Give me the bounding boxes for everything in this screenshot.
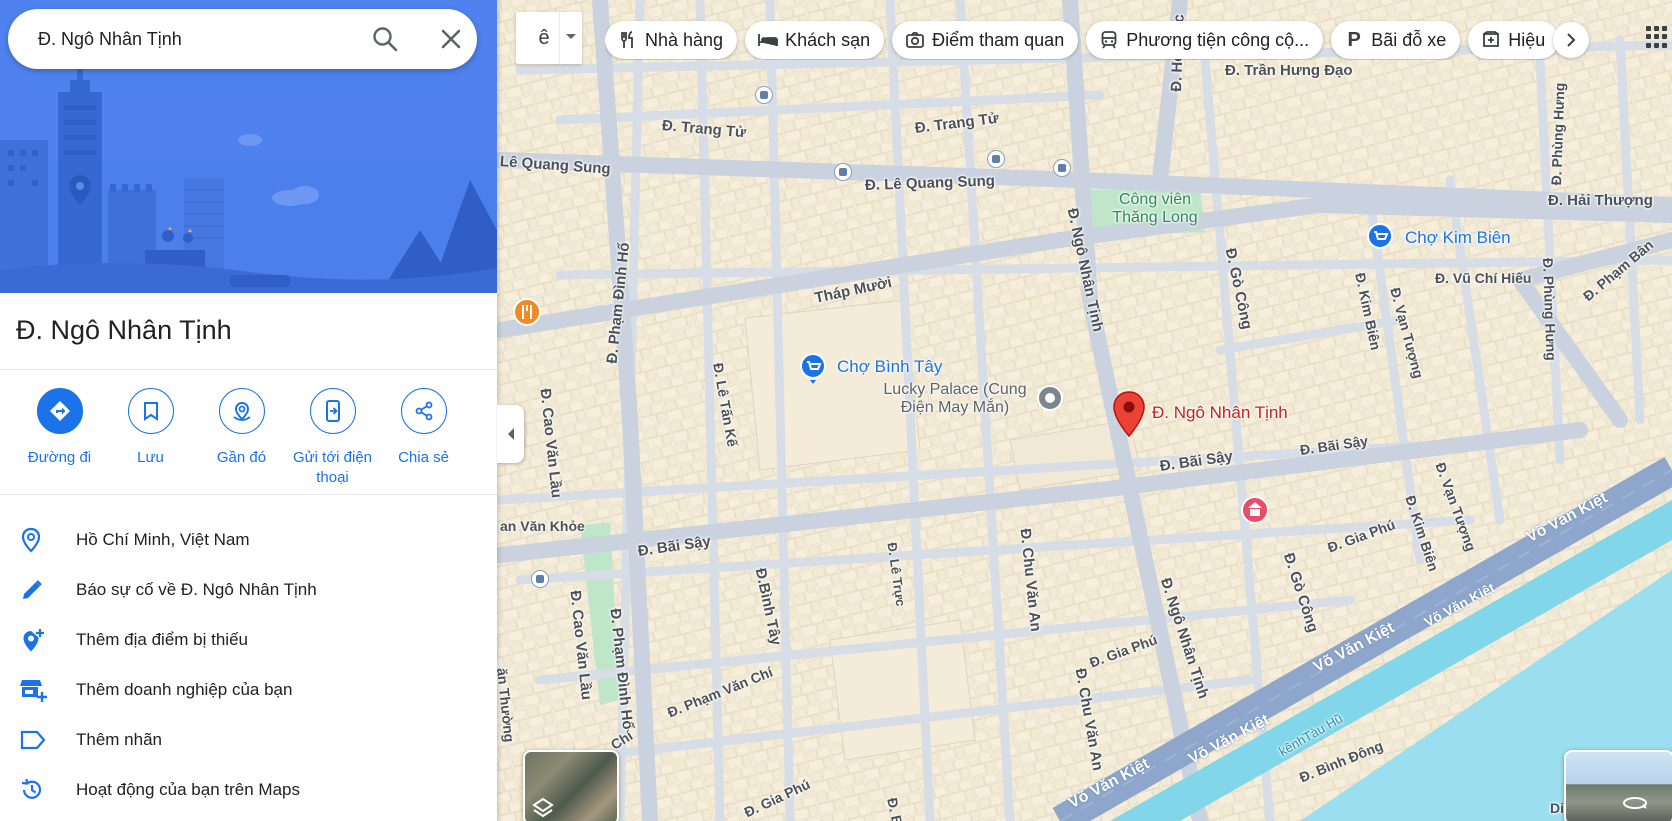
location-pin-marker-icon[interactable]: [1112, 390, 1146, 438]
info-list: Hồ Chí Minh, Việt Nam Báo sự cố về Đ. Ng…: [0, 515, 497, 815]
street-label: Di: [1550, 800, 1564, 816]
info-row-activity[interactable]: Hoạt động của bạn trên Maps: [0, 765, 497, 815]
street-view-thumbnail[interactable]: [1564, 750, 1672, 821]
bus-stop-icon[interactable]: [755, 86, 773, 104]
street-label: Đ. Trần Hưng Đạo: [1225, 62, 1353, 79]
action-buttons: Đường đi Lưu Gần đó Gửi tới điện thoại C…: [14, 388, 469, 488]
layers-button[interactable]: [523, 750, 619, 821]
hotel-icon: [757, 29, 779, 51]
bus-stop-icon[interactable]: [531, 570, 549, 588]
category-chip-bar: Nhà hàng Khách sạn Điểm tham quan Phương…: [605, 20, 1595, 60]
directions-icon: [36, 388, 83, 434]
layers-icon: [532, 797, 554, 818]
search-input[interactable]: [38, 28, 358, 50]
info-row-add-business[interactable]: Thêm doanh nghiệp của bạn: [0, 665, 497, 715]
bus-stop-icon[interactable]: [1053, 159, 1071, 177]
street-label: Đ. Hải Thượng: [1548, 192, 1653, 209]
chip-transit[interactable]: Phương tiện công cộ...: [1086, 21, 1324, 59]
chip-parking[interactable]: P Bãi đỗ xe: [1331, 21, 1461, 59]
add-location-icon: [0, 627, 76, 653]
divider: [0, 369, 497, 370]
add-business-icon: [0, 677, 76, 703]
pin-label[interactable]: Đ. Ngô Nhân Tịnh: [1152, 403, 1288, 423]
history-icon: [0, 778, 76, 802]
nearby-button[interactable]: Gần đó: [196, 388, 287, 488]
info-row-address[interactable]: Hồ Chí Minh, Việt Nam: [0, 515, 497, 565]
chevron-down-icon[interactable]: [566, 34, 576, 39]
side-panel: Đ. Ngô Nhân Tịnh Đường đi Lưu Gần đó Gửi…: [0, 0, 497, 821]
chevron-right-icon: [1567, 33, 1576, 47]
chip-attractions[interactable]: Điểm tham quan: [892, 21, 1079, 59]
input-tool-glyph: ê: [538, 26, 550, 49]
bus-stop-icon[interactable]: [834, 163, 852, 181]
info-row-report[interactable]: Báo sự cố về Đ. Ngô Nhân Tịnh: [0, 565, 497, 615]
collapse-panel-button[interactable]: [497, 405, 524, 463]
poi-market-label[interactable]: Chợ Kim Biên: [1405, 228, 1511, 248]
info-row-add-place[interactable]: Thêm địa điểm bị thiếu: [0, 615, 497, 665]
save-button[interactable]: Lưu: [105, 388, 196, 488]
restaurant-marker-icon[interactable]: [512, 297, 542, 327]
nearby-icon: [218, 388, 265, 434]
directions-button[interactable]: Đường đi: [14, 388, 105, 488]
pharmacy-icon: [1480, 29, 1502, 51]
temple-marker-icon[interactable]: [1240, 495, 1270, 525]
shopping-cart-icon[interactable]: [1365, 222, 1395, 254]
divider: [0, 494, 497, 495]
share-button[interactable]: Chia sẻ: [378, 388, 469, 488]
chevron-left-icon: [507, 428, 514, 440]
label-icon: [0, 729, 76, 751]
place-dot-icon[interactable]: [1036, 384, 1064, 412]
send-to-phone-button[interactable]: Gửi tới điện thoại: [287, 388, 378, 488]
street-label: an Văn Khỏe: [500, 518, 585, 534]
google-apps-icon[interactable]: [1646, 26, 1668, 48]
transit-icon: [1098, 29, 1120, 51]
restaurant-icon: [617, 29, 639, 51]
bus-stop-icon[interactable]: [987, 150, 1005, 168]
poi-market-label[interactable]: Chợ Bình Tây: [837, 357, 942, 377]
close-icon[interactable]: [436, 24, 466, 54]
chip-pharmacy[interactable]: Hiệu: [1468, 21, 1560, 59]
location-pin-icon: [0, 527, 76, 553]
poi-palace-label[interactable]: Lucky Palace (Cung Điện May Mắn): [875, 381, 1035, 417]
chip-restaurants[interactable]: Nhà hàng: [605, 21, 738, 59]
info-row-add-label[interactable]: Thêm nhãn: [0, 715, 497, 765]
poi-park-label[interactable]: Công viên Thăng Long: [1105, 191, 1205, 227]
pencil-icon: [0, 578, 76, 602]
search-icon[interactable]: [370, 24, 400, 54]
bookmark-icon: [127, 388, 174, 434]
place-title: Đ. Ngô Nhân Tịnh: [16, 315, 232, 345]
parking-icon: P: [1347, 28, 1361, 51]
send-to-phone-icon: [309, 388, 356, 434]
shopping-cart-icon[interactable]: [798, 352, 828, 384]
search-bar: [8, 9, 477, 69]
input-tools-button[interactable]: ê: [516, 12, 582, 64]
chips-next-button[interactable]: [1553, 22, 1589, 58]
camera-icon: [904, 29, 926, 51]
chip-hotels[interactable]: Khách sạn: [745, 21, 885, 59]
rotate-360-icon: [1623, 797, 1647, 809]
street-label: Đ. Vũ Chí Hiếu: [1435, 270, 1532, 286]
share-icon: [400, 388, 447, 434]
